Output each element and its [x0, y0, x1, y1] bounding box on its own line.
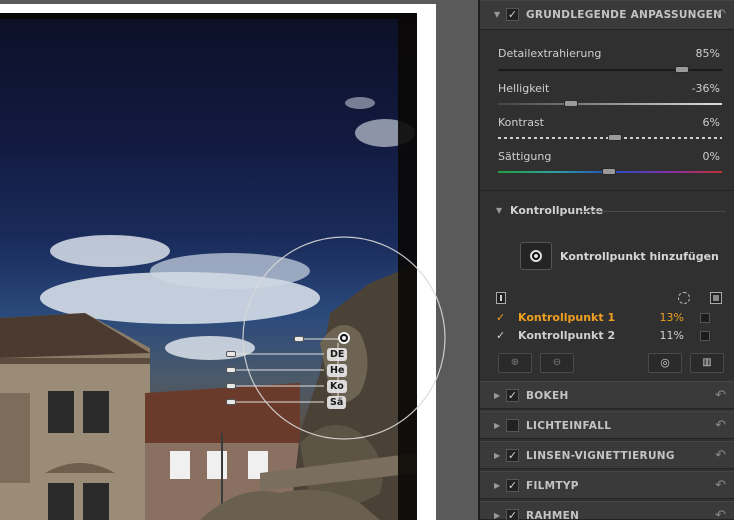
size-slider-handle[interactable]	[294, 336, 304, 342]
select-all-icon[interactable]	[496, 292, 506, 304]
control-point-add-icon	[530, 250, 542, 262]
trash-icon: ▥	[702, 357, 712, 368]
section-basic-header[interactable]: ▼ ✓ GRUNDLEGENDE ANPASSUNGEN ↶	[480, 0, 734, 30]
section-basic-checkbox[interactable]: ✓	[506, 8, 519, 21]
slider-knob-detail[interactable]	[675, 66, 689, 73]
control-point-1-value: 13%	[659, 311, 684, 324]
group-button[interactable]: ⊕	[498, 353, 532, 373]
overlay-label-ko: Ko	[327, 380, 347, 393]
expand-triangle-icon[interactable]: ▶	[494, 511, 500, 520]
duplicate-icon: ◎	[660, 356, 670, 369]
section-vignette-title: LINSEN-VIGNETTIERUNG	[526, 450, 675, 462]
undo-icon[interactable]: ↶	[715, 7, 726, 22]
control-point-2-name: Kontrollpunkt 2	[518, 329, 616, 342]
slider-value-brightness: -36%	[691, 82, 720, 95]
control-point-row-1[interactable]: ✓ Kontrollpunkt 1 13%	[492, 310, 724, 326]
section-bokeh-checkbox[interactable]: ✓	[506, 389, 519, 402]
slider-knob-saturation[interactable]	[602, 168, 616, 175]
image-canvas[interactable]: DE He Ko Sä	[0, 0, 478, 520]
expand-triangle-icon[interactable]: ▶	[494, 481, 500, 490]
kontrollpunkte-triangle-icon[interactable]: ▼	[496, 206, 502, 215]
undo-icon[interactable]: ↶	[715, 508, 726, 520]
section-bokeh-header[interactable]: ▶ ✓ BOKEH ↶	[480, 381, 734, 409]
section-rahmen-checkbox[interactable]: ✓	[506, 509, 519, 520]
control-point-handle[interactable]	[338, 332, 350, 344]
delete-button[interactable]: ▥	[690, 353, 724, 373]
undo-icon[interactable]: ↶	[715, 478, 726, 493]
control-point-2-mask-box[interactable]	[700, 331, 710, 341]
section-rahmen-title: RAHMEN	[526, 510, 580, 520]
slider-knob-brightness[interactable]	[564, 100, 578, 107]
section-lichteinfall-header[interactable]: ▶ LICHTEINFALL ↶	[480, 411, 734, 439]
undo-icon[interactable]: ↶	[715, 418, 726, 433]
divider	[480, 190, 734, 191]
slider-label-brightness: Helligkeit	[498, 82, 550, 95]
adjustments-panel: ▼ ✓ GRUNDLEGENDE ANPASSUNGEN ↶ Detailext…	[478, 0, 734, 520]
control-point-1-name: Kontrollpunkt 1	[518, 311, 616, 324]
section-lichteinfall-title: LICHTEINFALL	[526, 420, 612, 432]
slider-knob-contrast[interactable]	[608, 134, 622, 141]
control-point-2-value: 11%	[659, 329, 684, 342]
control-point-overlay	[234, 236, 446, 440]
slider-value-saturation: 0%	[702, 150, 720, 163]
ko-slider-handle[interactable]	[226, 383, 236, 389]
group-icon: ⊕	[510, 357, 520, 368]
collapse-triangle-icon[interactable]: ▼	[494, 10, 500, 19]
duplicate-button[interactable]: ◎	[648, 353, 682, 373]
section-bokeh-title: BOKEH	[526, 390, 569, 402]
expand-triangle-icon[interactable]: ▶	[494, 451, 500, 460]
section-lichteinfall-checkbox[interactable]	[506, 419, 519, 432]
section-rahmen-header[interactable]: ▶ ✓ RAHMEN ↶	[480, 501, 734, 520]
overlay-label-sa: Sä	[327, 396, 347, 409]
undo-icon[interactable]: ↶	[715, 388, 726, 403]
slider-label-detail: Detailextrahierung	[498, 47, 602, 60]
he-slider-handle[interactable]	[226, 367, 236, 373]
section-vignette-checkbox[interactable]: ✓	[506, 449, 519, 462]
control-point-2-checkbox[interactable]: ✓	[496, 329, 505, 342]
overlay-label-he: He	[327, 364, 348, 377]
expand-triangle-icon[interactable]: ▶	[494, 391, 500, 400]
slider-label-contrast: Kontrast	[498, 116, 544, 129]
undo-icon[interactable]: ↶	[715, 448, 726, 463]
ungroup-icon: ⊖	[552, 357, 562, 368]
show-mask-icon[interactable]	[678, 292, 690, 304]
slider-label-saturation: Sättigung	[498, 150, 552, 163]
section-basic-title: GRUNDLEGENDE ANPASSUNGEN	[526, 9, 723, 21]
section-filmtyp-checkbox[interactable]: ✓	[506, 479, 519, 492]
mask-toggle-icon[interactable]	[710, 292, 722, 304]
de-slider-handle[interactable]	[226, 351, 236, 357]
slider-value-contrast: 6%	[702, 116, 720, 129]
section-vignette-header[interactable]: ▶ ✓ LINSEN-VIGNETTIERUNG ↶	[480, 441, 734, 469]
control-point-row-2[interactable]: ✓ Kontrollpunkt 2 11%	[492, 328, 724, 344]
add-control-point-button[interactable]	[520, 242, 552, 270]
sa-slider-handle[interactable]	[226, 399, 236, 405]
section-filmtyp-header[interactable]: ▶ ✓ FILMTYP ↶	[480, 471, 734, 499]
overlay-label-de: DE	[327, 348, 348, 361]
add-control-point-label[interactable]: Kontrollpunkt hinzufügen	[560, 250, 719, 263]
control-point-1-checkbox[interactable]: ✓	[496, 311, 505, 324]
slider-track-brightness[interactable]	[498, 103, 722, 105]
section-filmtyp-title: FILMTYP	[526, 480, 579, 492]
control-point-1-mask-box[interactable]	[700, 313, 710, 323]
expand-triangle-icon[interactable]: ▶	[494, 421, 500, 430]
ungroup-button[interactable]: ⊖	[540, 353, 574, 373]
divider	[580, 211, 726, 212]
slider-value-detail: 85%	[695, 47, 720, 60]
